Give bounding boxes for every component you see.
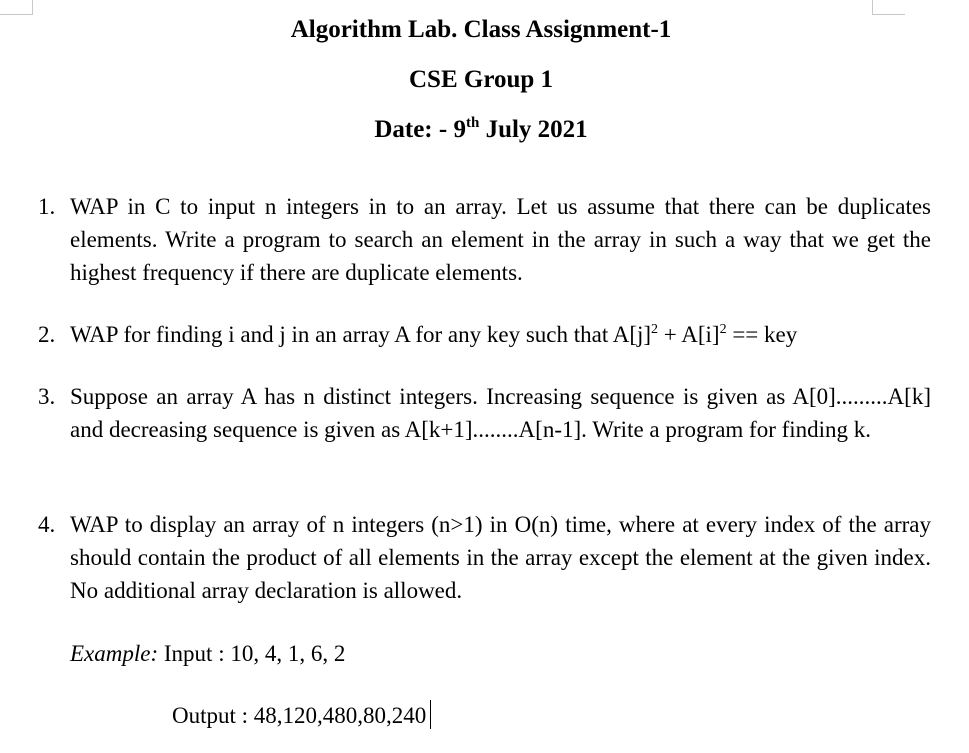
text-cursor: [430, 700, 432, 729]
document-title: Algorithm Lab. Class Assignment-1: [290, 16, 672, 43]
question-3: 3. Suppose an array A has n distinct int…: [38, 380, 931, 446]
question-text-part: WAP for finding i and j in an array A fo…: [70, 322, 652, 347]
exponent: 2: [651, 322, 659, 337]
example-input: Input : 10, 4, 1, 6, 2: [158, 641, 346, 666]
question-number: 4.: [38, 512, 56, 537]
question-4: 4. WAP to display an array of n integers…: [38, 508, 931, 607]
question-2: 2. WAP for finding i and j in an array A…: [38, 318, 931, 351]
document-date: Date: - 9th July 2021: [0, 115, 962, 145]
date-suffix: July 2021: [479, 116, 588, 143]
example-label: Example:: [70, 641, 159, 666]
exponent: 2: [719, 322, 727, 337]
question-number: 3.: [38, 384, 56, 409]
example-input-line: Example: Input : 10, 4, 1, 6, 2: [70, 637, 345, 670]
question-text: Suppose an array A has n distinct intege…: [70, 384, 931, 442]
page-margin-corner-top-right: [872, 0, 905, 15]
question-1: 1. WAP in C to input n integers in to an…: [38, 190, 931, 289]
document-group: CSE Group 1: [408, 66, 554, 93]
example-output: Output : 48,120,480,80,240: [172, 703, 427, 728]
date-superscript: th: [465, 115, 480, 131]
example-output-line[interactable]: Output : 48,120,480,80,240: [172, 699, 432, 732]
date-prefix: Date: - 9: [374, 116, 466, 143]
question-text: WAP for finding i and j in an array A fo…: [70, 318, 931, 351]
question-text: WAP in C to input n integers in to an ar…: [70, 194, 931, 285]
question-number: 2.: [38, 322, 56, 347]
question-text-part: == key: [726, 322, 798, 347]
question-text: WAP to display an array of n integers (n…: [70, 512, 931, 603]
question-number: 1.: [38, 194, 56, 219]
question-text-part: + A[i]: [658, 322, 720, 347]
page-margin-corner-top-left: [0, 0, 33, 15]
